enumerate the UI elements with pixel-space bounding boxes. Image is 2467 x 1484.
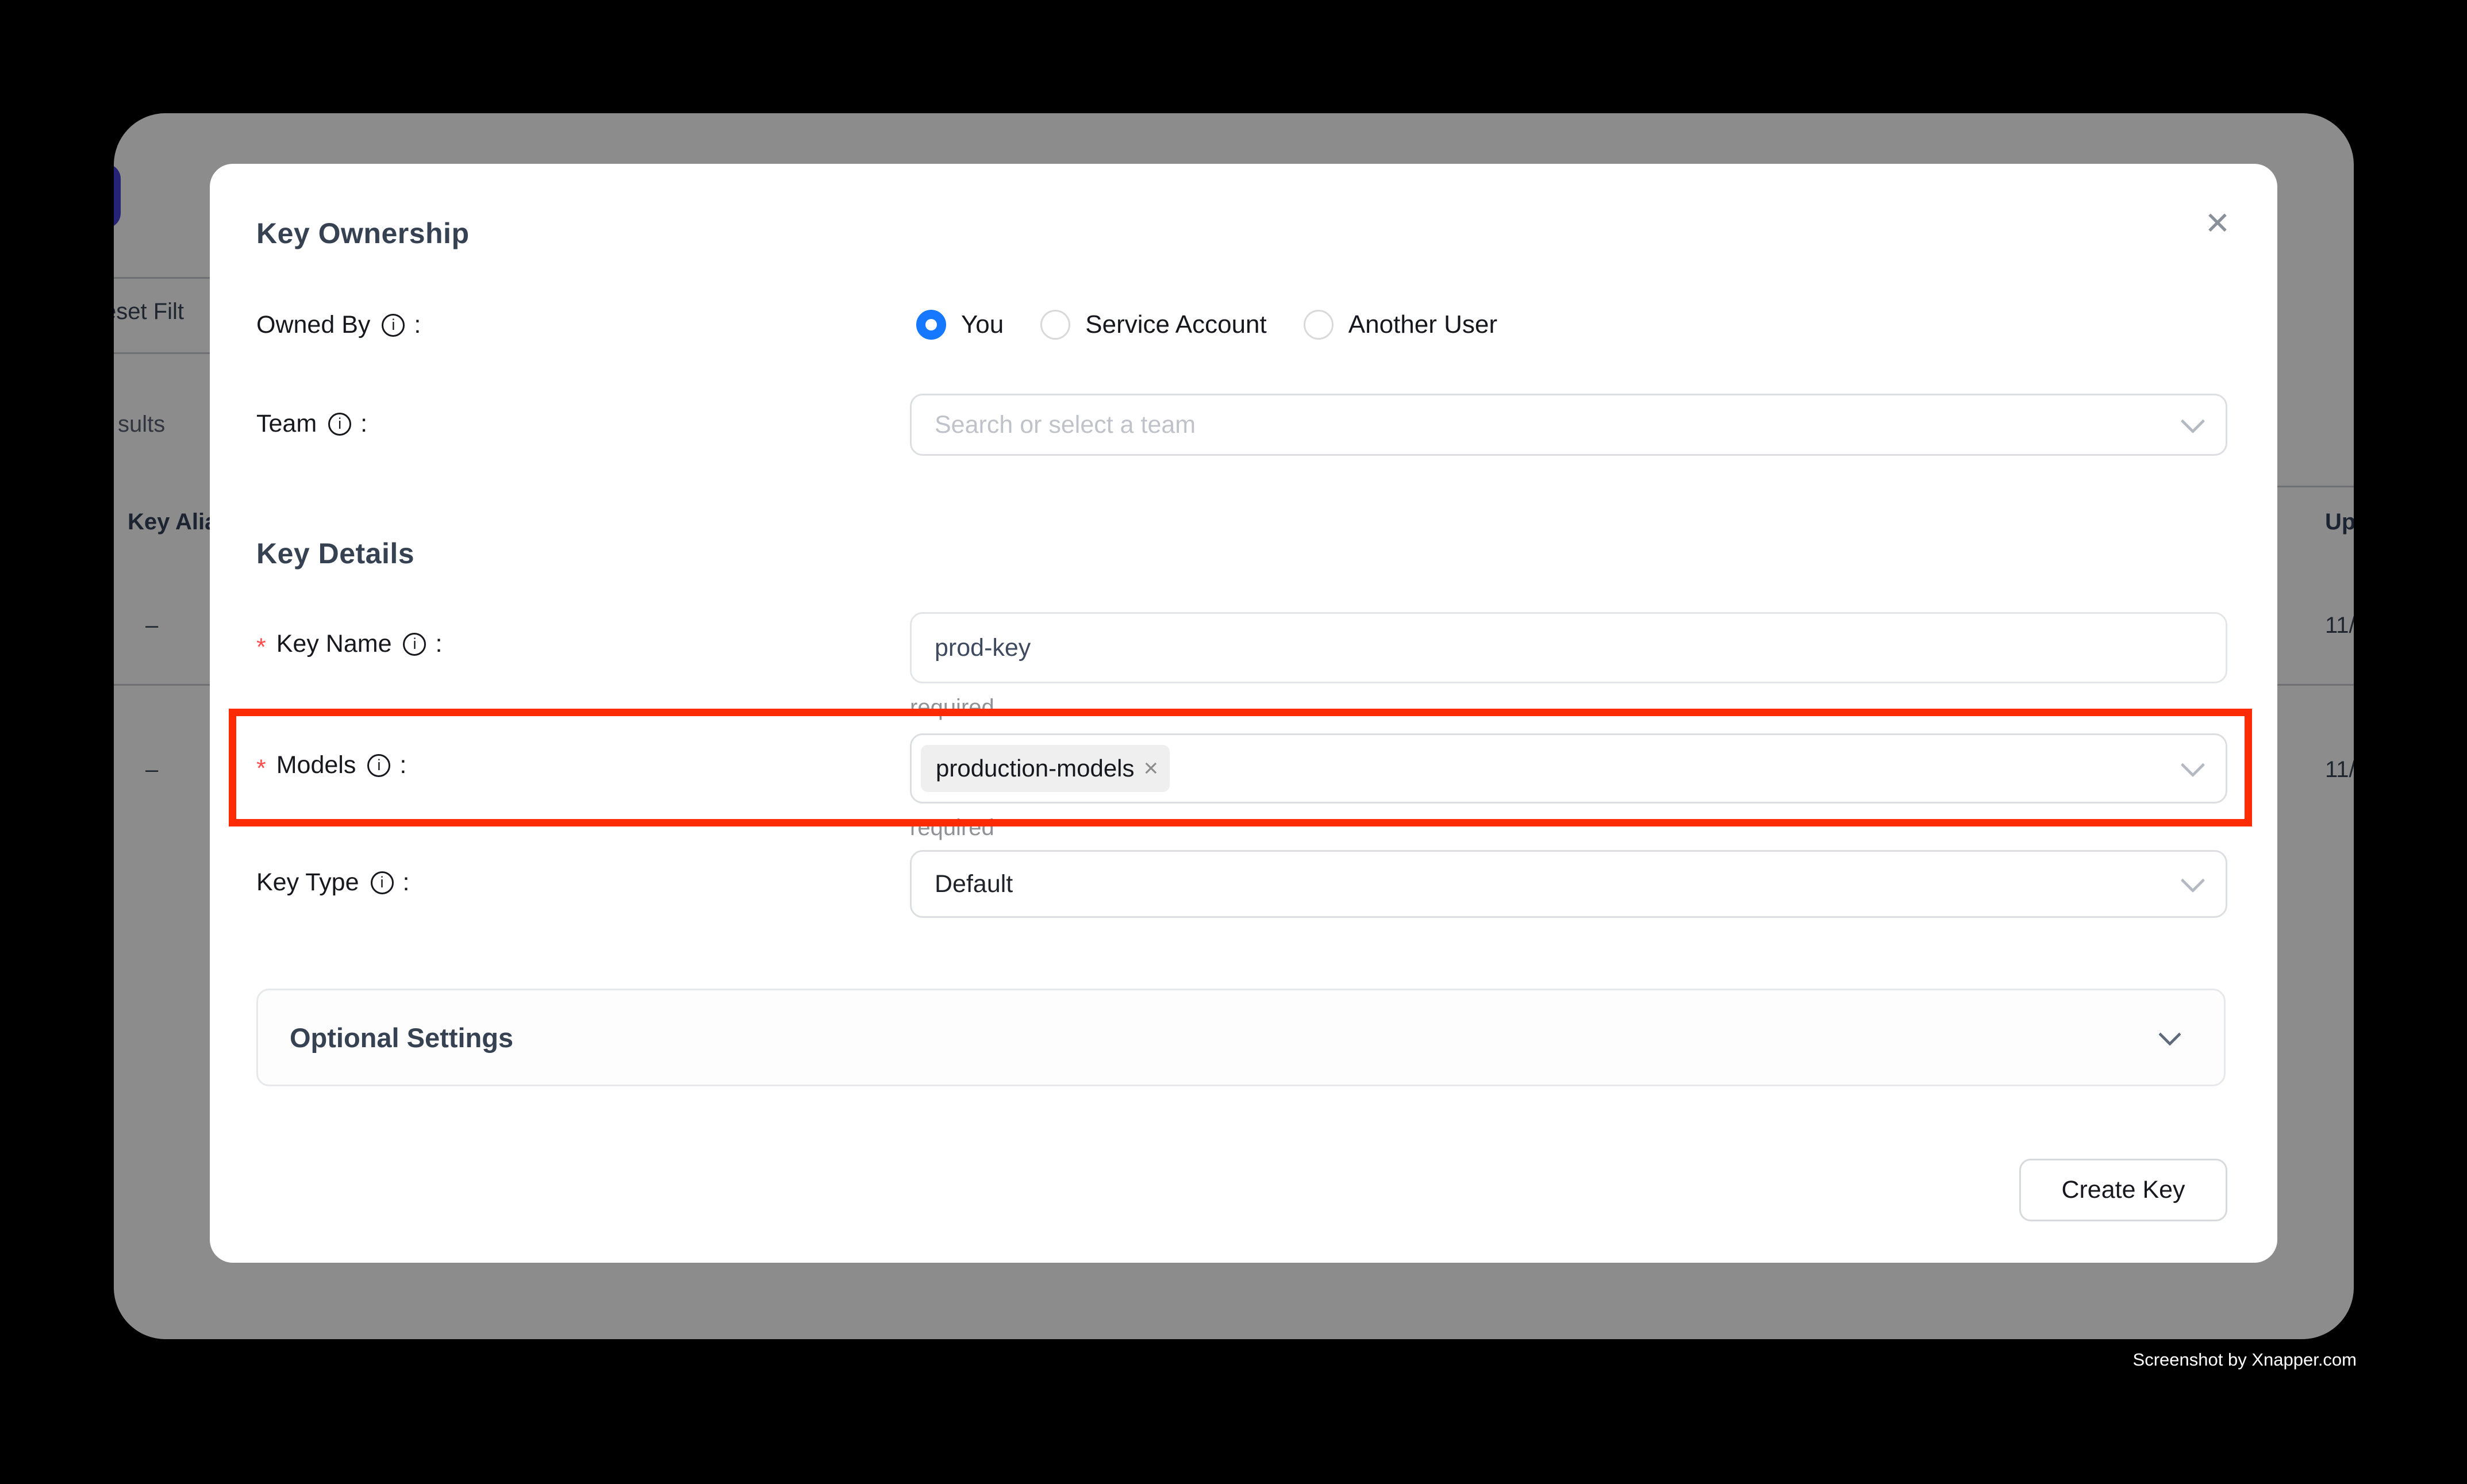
key-type-label: Key Type i : — [256, 868, 409, 897]
team-label: Team i : — [256, 410, 367, 438]
key-type-value: Default — [912, 870, 1013, 898]
radio-unselected-icon[interactable] — [1040, 310, 1070, 340]
info-icon[interactable]: i — [328, 413, 351, 436]
radio-option-another-user[interactable]: Another User — [1304, 310, 1497, 340]
radio-selected-icon[interactable] — [916, 310, 946, 340]
remove-tag-icon[interactable]: × — [1144, 754, 1159, 783]
radio-label: You — [961, 310, 1004, 339]
colon: : — [399, 751, 406, 779]
create-key-button[interactable]: Create Key — [2019, 1159, 2227, 1221]
colon: : — [435, 630, 442, 658]
info-icon[interactable]: i — [403, 633, 426, 656]
key-type-select[interactable]: Default — [910, 850, 2227, 918]
radio-option-you[interactable]: You — [916, 310, 1004, 340]
models-label: * Models i : — [256, 751, 406, 779]
chevron-down-icon — [2181, 409, 2205, 433]
section-title-key-details: Key Details — [256, 537, 414, 570]
required-asterisk: * — [256, 755, 266, 783]
radio-label: Another User — [1348, 310, 1497, 339]
close-icon[interactable]: ✕ — [2192, 197, 2243, 249]
key-name-input[interactable]: prod-key — [910, 612, 2227, 683]
create-key-modal: ✕ Key Ownership Owned By i : You Service… — [210, 164, 2277, 1263]
team-label-text: Team — [256, 410, 317, 438]
radio-option-service-account[interactable]: Service Account — [1040, 310, 1267, 340]
chevron-down-icon — [2181, 868, 2205, 893]
colon: : — [414, 311, 421, 339]
section-title-key-ownership: Key Ownership — [256, 217, 470, 250]
owned-by-radio-group: You Service Account Another User — [916, 310, 1534, 340]
colon: : — [360, 410, 367, 438]
key-name-value: prod-key — [912, 634, 1031, 662]
owned-by-label: Owned By i : — [256, 311, 421, 339]
chevron-down-icon — [2158, 1023, 2181, 1046]
info-icon[interactable]: i — [382, 314, 405, 337]
team-select-placeholder: Search or select a team — [912, 411, 1196, 439]
team-select[interactable]: Search or select a team — [910, 394, 2227, 456]
selected-model-tag: production-models × — [921, 745, 1170, 792]
chevron-down-icon — [2181, 753, 2205, 777]
models-label-text: Models — [276, 751, 356, 779]
key-name-required-hint: required — [910, 695, 994, 721]
info-icon[interactable]: i — [371, 871, 394, 894]
screenshot-canvas: { "ui": { "colon": ":", "required_marker… — [0, 0, 2467, 1484]
optional-settings-toggle[interactable]: Optional Settings — [256, 989, 2226, 1086]
models-multiselect[interactable]: production-models × — [910, 733, 2227, 803]
colon: : — [403, 868, 410, 897]
models-required-hint: required — [910, 815, 994, 841]
optional-settings-label: Optional Settings — [258, 1022, 513, 1054]
watermark-text: Screenshot by Xnapper.com — [2133, 1350, 2357, 1370]
radio-label: Service Account — [1085, 310, 1267, 339]
info-icon[interactable]: i — [367, 754, 390, 777]
owned-by-label-text: Owned By — [256, 311, 370, 339]
key-type-label-text: Key Type — [256, 868, 359, 897]
key-name-label: * Key Name i : — [256, 630, 442, 658]
selected-model-tag-label: production-models — [936, 755, 1135, 782]
key-name-label-text: Key Name — [276, 630, 392, 658]
required-asterisk: * — [256, 633, 266, 662]
radio-unselected-icon[interactable] — [1304, 310, 1334, 340]
